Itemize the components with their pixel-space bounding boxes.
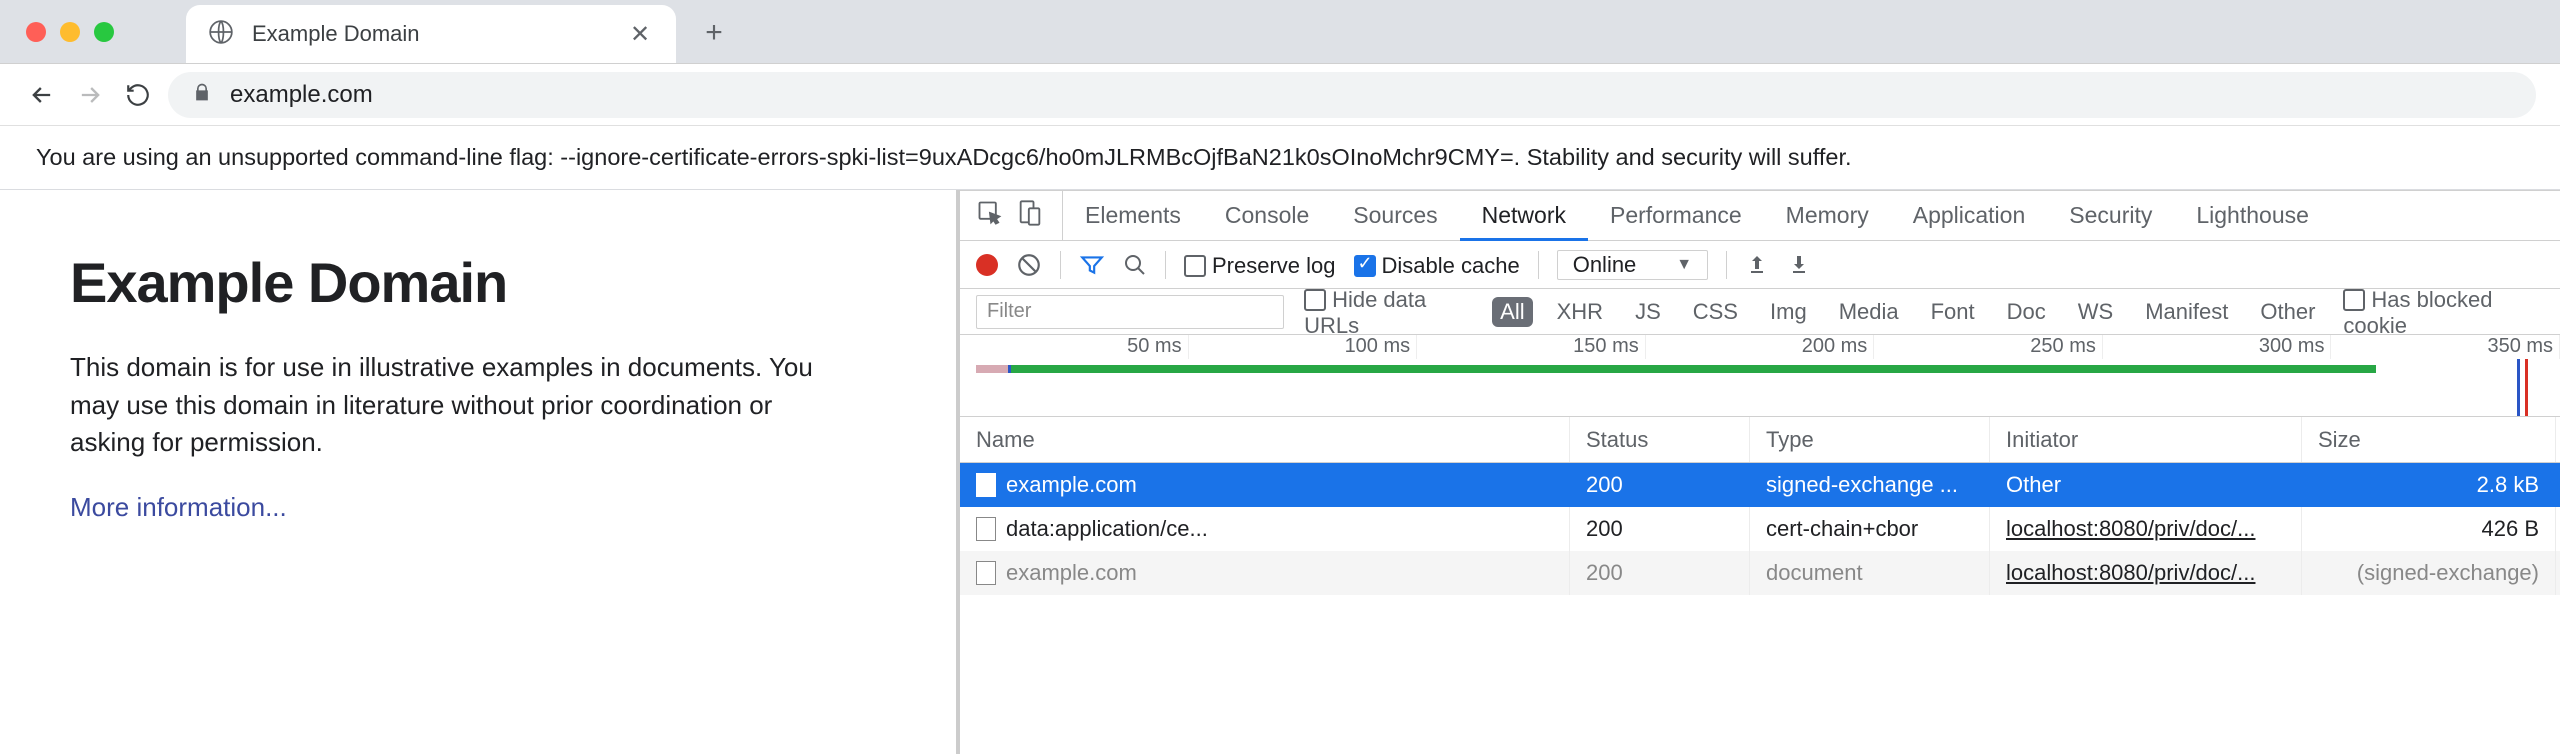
window-minimize-button[interactable] bbox=[60, 22, 80, 42]
timeline-tick: 150 ms bbox=[1417, 335, 1646, 359]
globe-icon bbox=[208, 19, 234, 50]
more-info-link[interactable]: More information... bbox=[70, 492, 287, 522]
timeline-tick: 200 ms bbox=[1646, 335, 1875, 359]
column-header-name[interactable]: Name bbox=[960, 417, 1570, 462]
page-content: Example Domain This domain is for use in… bbox=[0, 190, 960, 754]
tab-close-button[interactable]: ✕ bbox=[626, 20, 654, 49]
devtools-tab-memory[interactable]: Memory bbox=[1764, 191, 1891, 240]
file-icon bbox=[976, 473, 996, 497]
network-filter-row: Filter Hide data URLs AllXHRJSCSSImgMedi… bbox=[960, 289, 2560, 335]
devtools-tab-application[interactable]: Application bbox=[1891, 191, 2048, 240]
filter-input[interactable]: Filter bbox=[976, 295, 1284, 329]
url-text: example.com bbox=[230, 81, 373, 109]
type-filter-doc[interactable]: Doc bbox=[1999, 297, 2054, 327]
load-marker bbox=[2525, 359, 2528, 416]
filter-icon[interactable] bbox=[1079, 252, 1105, 278]
device-icon[interactable] bbox=[1016, 199, 1044, 232]
type-filter-ws[interactable]: WS bbox=[2070, 297, 2121, 327]
network-controls: Preserve log Disable cache Online▼ bbox=[960, 241, 2560, 289]
table-row[interactable]: example.com200signed-exchange ...Other2.… bbox=[960, 463, 2560, 507]
inspect-icon[interactable] bbox=[976, 199, 1004, 232]
file-icon bbox=[976, 561, 996, 585]
devtools-panel: ElementsConsoleSourcesNetworkPerformance… bbox=[960, 190, 2560, 754]
file-icon bbox=[976, 517, 996, 541]
devtools-tab-console[interactable]: Console bbox=[1203, 191, 1331, 240]
devtools-tab-network[interactable]: Network bbox=[1460, 192, 1588, 241]
devtools-tabstrip: ElementsConsoleSourcesNetworkPerformance… bbox=[960, 191, 2560, 241]
reload-button[interactable] bbox=[120, 77, 156, 113]
address-bar[interactable]: example.com bbox=[168, 72, 2536, 118]
tab-title: Example Domain bbox=[252, 21, 608, 47]
type-filter-other[interactable]: Other bbox=[2252, 297, 2323, 327]
column-header-status[interactable]: Status bbox=[1570, 417, 1750, 462]
infobar-warning: You are using an unsupported command-lin… bbox=[0, 126, 2560, 190]
browser-titlebar: Example Domain ✕ + bbox=[0, 0, 2560, 64]
browser-tab[interactable]: Example Domain ✕ bbox=[186, 5, 676, 63]
devtools-tab-security[interactable]: Security bbox=[2047, 191, 2174, 240]
page-body: This domain is for use in illustrative e… bbox=[70, 349, 830, 462]
browser-toolbar: example.com bbox=[0, 64, 2560, 126]
timeline-tick: 250 ms bbox=[1874, 335, 2103, 359]
network-timeline[interactable]: 50 ms100 ms150 ms200 ms250 ms300 ms350 m… bbox=[960, 335, 2560, 417]
column-header-type[interactable]: Type bbox=[1750, 417, 1990, 462]
type-filter-css[interactable]: CSS bbox=[1685, 297, 1746, 327]
timeline-tick: 350 ms bbox=[2331, 335, 2560, 359]
preserve-log-checkbox[interactable]: Preserve log bbox=[1184, 251, 1336, 279]
column-header-size[interactable]: Size bbox=[2302, 417, 2556, 462]
lock-icon bbox=[192, 81, 212, 109]
devtools-tab-elements[interactable]: Elements bbox=[1063, 191, 1203, 240]
record-button[interactable] bbox=[976, 254, 998, 276]
type-filter-js[interactable]: JS bbox=[1627, 297, 1669, 327]
table-row[interactable]: data:application/ce...200cert-chain+cbor… bbox=[960, 507, 2560, 551]
devtools-tab-sources[interactable]: Sources bbox=[1331, 191, 1459, 240]
timeline-tick: 100 ms bbox=[1189, 335, 1418, 359]
type-filter-all[interactable]: All bbox=[1492, 297, 1532, 327]
table-row[interactable]: example.com200documentlocalhost:8080/pri… bbox=[960, 551, 2560, 595]
back-button[interactable] bbox=[24, 77, 60, 113]
timeline-tick: 50 ms bbox=[960, 335, 1189, 359]
throttle-select[interactable]: Online▼ bbox=[1557, 250, 1708, 280]
timeline-tick: 300 ms bbox=[2103, 335, 2332, 359]
type-filter-font[interactable]: Font bbox=[1923, 297, 1983, 327]
page-heading: Example Domain bbox=[70, 250, 886, 315]
devtools-tab-lighthouse[interactable]: Lighthouse bbox=[2174, 191, 2331, 240]
type-filter-img[interactable]: Img bbox=[1762, 297, 1815, 327]
window-close-button[interactable] bbox=[26, 22, 46, 42]
clear-icon[interactable] bbox=[1016, 252, 1042, 278]
type-filter-manifest[interactable]: Manifest bbox=[2137, 297, 2236, 327]
blocked-cookies-checkbox[interactable]: Has blocked cookie bbox=[2343, 285, 2544, 339]
disable-cache-checkbox[interactable]: Disable cache bbox=[1354, 251, 1520, 279]
timeline-bar bbox=[976, 365, 1008, 373]
column-header-initiator[interactable]: Initiator bbox=[1990, 417, 2302, 462]
type-filter-xhr[interactable]: XHR bbox=[1549, 297, 1611, 327]
new-tab-button[interactable]: + bbox=[692, 11, 736, 55]
search-icon[interactable] bbox=[1123, 253, 1147, 277]
type-filter-media[interactable]: Media bbox=[1831, 297, 1907, 327]
hide-data-urls-checkbox[interactable]: Hide data URLs bbox=[1304, 285, 1472, 339]
chevron-down-icon: ▼ bbox=[1676, 256, 1692, 274]
timeline-bar bbox=[1011, 365, 2376, 373]
window-zoom-button[interactable] bbox=[94, 22, 114, 42]
download-icon[interactable] bbox=[1787, 253, 1811, 277]
window-controls bbox=[26, 22, 114, 42]
table-header-row: NameStatusTypeInitiatorSize bbox=[960, 417, 2560, 463]
forward-button[interactable] bbox=[72, 77, 108, 113]
domcontentloaded-marker bbox=[2517, 359, 2520, 416]
devtools-tab-performance[interactable]: Performance bbox=[1588, 191, 1764, 240]
upload-icon[interactable] bbox=[1745, 253, 1769, 277]
network-request-table: NameStatusTypeInitiatorSize example.com2… bbox=[960, 417, 2560, 754]
